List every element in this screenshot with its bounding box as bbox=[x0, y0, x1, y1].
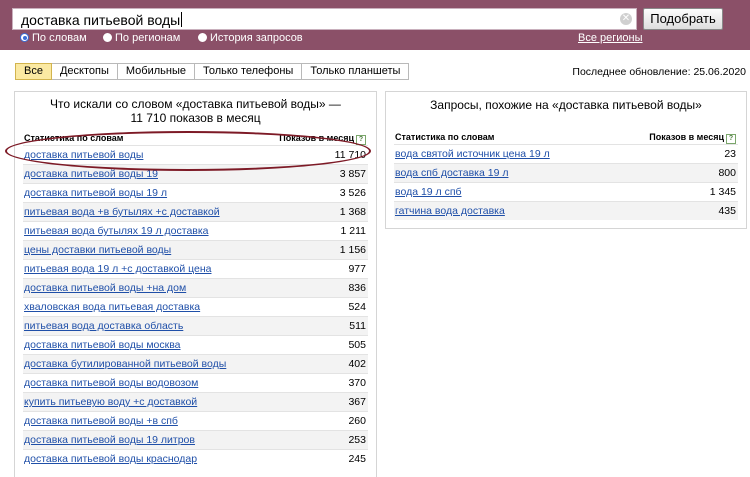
table-row: питьевая вода бутылях 19 л доставка 1 211 bbox=[23, 221, 368, 240]
table-row: доставка питьевой воды краснодар 245 bbox=[23, 449, 368, 468]
impressions-count: 524 bbox=[348, 301, 366, 313]
impressions-count: 253 bbox=[348, 434, 366, 446]
query-link[interactable]: питьевая вода доставка область bbox=[24, 320, 183, 332]
radio-label: По регионам bbox=[115, 32, 181, 44]
table-row: вода 19 л спб 1 345 bbox=[394, 182, 738, 201]
impressions-count: 836 bbox=[348, 282, 366, 294]
impressions-count: 3 526 bbox=[339, 187, 366, 199]
impressions-count: 800 bbox=[718, 167, 736, 179]
table-row: купить питьевую воду +с доставкой 367 bbox=[23, 392, 368, 411]
table-row: гатчина вода доставка 435 bbox=[394, 201, 738, 220]
query-link[interactable]: доставка питьевой воды краснодар bbox=[24, 453, 197, 465]
impressions-count: 245 bbox=[348, 453, 366, 465]
query-link[interactable]: питьевая вода бутылях 19 л доставка bbox=[24, 225, 209, 237]
query-link[interactable]: цены доставки питьевой воды bbox=[24, 244, 171, 256]
impressions-count: 505 bbox=[348, 339, 366, 351]
left-panel-title: Что искали со словом «доставка питьевой … bbox=[50, 97, 341, 125]
all-regions-link[interactable]: Все регионы bbox=[578, 32, 643, 44]
table-row: доставка питьевой воды 19 л 3 526 bbox=[23, 183, 368, 202]
radio-dot-icon bbox=[198, 33, 207, 42]
table-row: доставка питьевой воды водовозом 370 bbox=[23, 373, 368, 392]
query-link[interactable]: вода 19 л спб bbox=[395, 186, 462, 198]
impressions-count: 1 368 bbox=[339, 206, 366, 218]
table-row: доставка питьевой воды 19 литров 253 bbox=[23, 430, 368, 449]
query-link[interactable]: доставка питьевой воды 19 bbox=[24, 168, 158, 180]
right-stats-panel: Запросы, похожие на «доставка питьевой в… bbox=[385, 91, 747, 229]
table-row: хваловская вода питьевая доставка 524 bbox=[23, 297, 368, 316]
query-link[interactable]: купить питьевую воду +с доставкой bbox=[24, 396, 197, 408]
table-row: доставка питьевой воды +в спб 260 bbox=[23, 411, 368, 430]
table-row: питьевая вода +в бутылях +с доставкой 1 3… bbox=[23, 202, 368, 221]
table-row: питьевая вода 19 л +с доставкой цена 977 bbox=[23, 259, 368, 278]
impressions-count: 370 bbox=[348, 377, 366, 389]
right-col-count-header: Показов в месяц? bbox=[649, 132, 736, 144]
search-input-value: доставка питьевой воды bbox=[21, 12, 183, 28]
query-link[interactable]: вода святой источник цена 19 л bbox=[395, 148, 550, 160]
query-link[interactable]: доставка питьевой воды +на дом bbox=[24, 282, 186, 294]
query-link[interactable]: питьевая вода 19 л +с доставкой цена bbox=[24, 263, 212, 275]
radio-history[interactable]: История запросов bbox=[198, 32, 303, 44]
impressions-count: 260 bbox=[348, 415, 366, 427]
table-row: доставка питьевой воды 19 3 857 bbox=[23, 164, 368, 183]
impressions-count: 1 345 bbox=[709, 186, 736, 198]
help-icon[interactable]: ? bbox=[356, 135, 366, 145]
help-icon[interactable]: ? bbox=[726, 134, 736, 144]
table-row: цены доставки питьевой воды 1 156 bbox=[23, 240, 368, 259]
right-col-query-header: Статистика по словам bbox=[395, 132, 495, 142]
tab-mobile[interactable]: Мобильные bbox=[117, 63, 195, 80]
query-link[interactable]: доставка питьевой воды bbox=[24, 149, 143, 161]
tab-phones[interactable]: Только телефоны bbox=[194, 63, 303, 80]
table-row: доставка питьевой воды 11 710 bbox=[23, 145, 368, 164]
tab-all[interactable]: Все bbox=[15, 63, 52, 80]
impressions-count: 1 211 bbox=[340, 225, 367, 237]
query-link[interactable]: доставка бутилированной питьевой воды bbox=[24, 358, 226, 370]
query-link[interactable]: доставка питьевой воды 19 л bbox=[24, 187, 167, 199]
radio-dot-icon bbox=[20, 33, 29, 42]
query-link[interactable]: вода спб доставка 19 л bbox=[395, 167, 508, 179]
radio-by-words[interactable]: По словам bbox=[20, 32, 87, 44]
impressions-count: 367 bbox=[348, 396, 366, 408]
query-link[interactable]: доставка питьевой воды водовозом bbox=[24, 377, 198, 389]
impressions-count: 11 710 bbox=[334, 149, 366, 161]
device-tabs: Все Десктопы Мобильные Только телефоны Т… bbox=[15, 63, 410, 80]
impressions-count: 23 bbox=[724, 148, 736, 160]
last-update-text: Последнее обновление: 25.06.2020 bbox=[572, 66, 746, 78]
left-col-count-label: Показов в месяц bbox=[279, 133, 354, 143]
right-panel-title: Запросы, похожие на «доставка питьевой в… bbox=[430, 98, 702, 112]
left-stats-panel: Что искали со словом «доставка питьевой … bbox=[14, 91, 377, 477]
radio-label: История запросов bbox=[210, 32, 303, 44]
query-link[interactable]: питьевая вода +в бутылях +с доставкой bbox=[24, 206, 220, 218]
search-bar: доставка питьевой воды ✕ Подобрать По сл… bbox=[0, 0, 750, 50]
left-col-query-header: Статистика по словам bbox=[24, 133, 124, 143]
impressions-count: 977 bbox=[348, 263, 366, 275]
table-row: доставка бутилированной питьевой воды 402 bbox=[23, 354, 368, 373]
search-input[interactable]: доставка питьевой воды ✕ bbox=[12, 8, 637, 30]
radio-label: По словам bbox=[32, 32, 87, 44]
table-row: питьевая вода доставка область 511 bbox=[23, 316, 368, 335]
impressions-count: 511 bbox=[349, 320, 366, 332]
tab-tablets[interactable]: Только планшеты bbox=[302, 63, 410, 80]
query-link[interactable]: хваловская вода питьевая доставка bbox=[24, 301, 200, 313]
impressions-count: 3 857 bbox=[339, 168, 366, 180]
query-link[interactable]: доставка питьевой воды +в спб bbox=[24, 415, 178, 427]
impressions-count: 1 156 bbox=[339, 244, 366, 256]
tab-desktops[interactable]: Десктопы bbox=[51, 63, 118, 80]
table-row: доставка питьевой воды +на дом 836 bbox=[23, 278, 368, 297]
table-row: вода спб доставка 19 л 800 bbox=[394, 163, 738, 182]
table-row: вода святой источник цена 19 л 23 bbox=[394, 144, 738, 163]
left-col-count-header: Показов в месяц? bbox=[279, 133, 366, 145]
radio-dot-icon bbox=[103, 33, 112, 42]
clear-icon[interactable]: ✕ bbox=[620, 13, 632, 25]
query-link[interactable]: доставка питьевой воды москва bbox=[24, 339, 181, 351]
query-link[interactable]: доставка питьевой воды 19 литров bbox=[24, 434, 195, 446]
query-link[interactable]: гатчина вода доставка bbox=[395, 205, 505, 217]
impressions-count: 402 bbox=[348, 358, 366, 370]
impressions-count: 435 bbox=[718, 205, 736, 217]
pick-button[interactable]: Подобрать bbox=[643, 8, 723, 30]
table-row: доставка питьевой воды москва 505 bbox=[23, 335, 368, 354]
right-col-count-label: Показов в месяц bbox=[649, 132, 724, 142]
radio-by-regions[interactable]: По регионам bbox=[103, 32, 180, 44]
